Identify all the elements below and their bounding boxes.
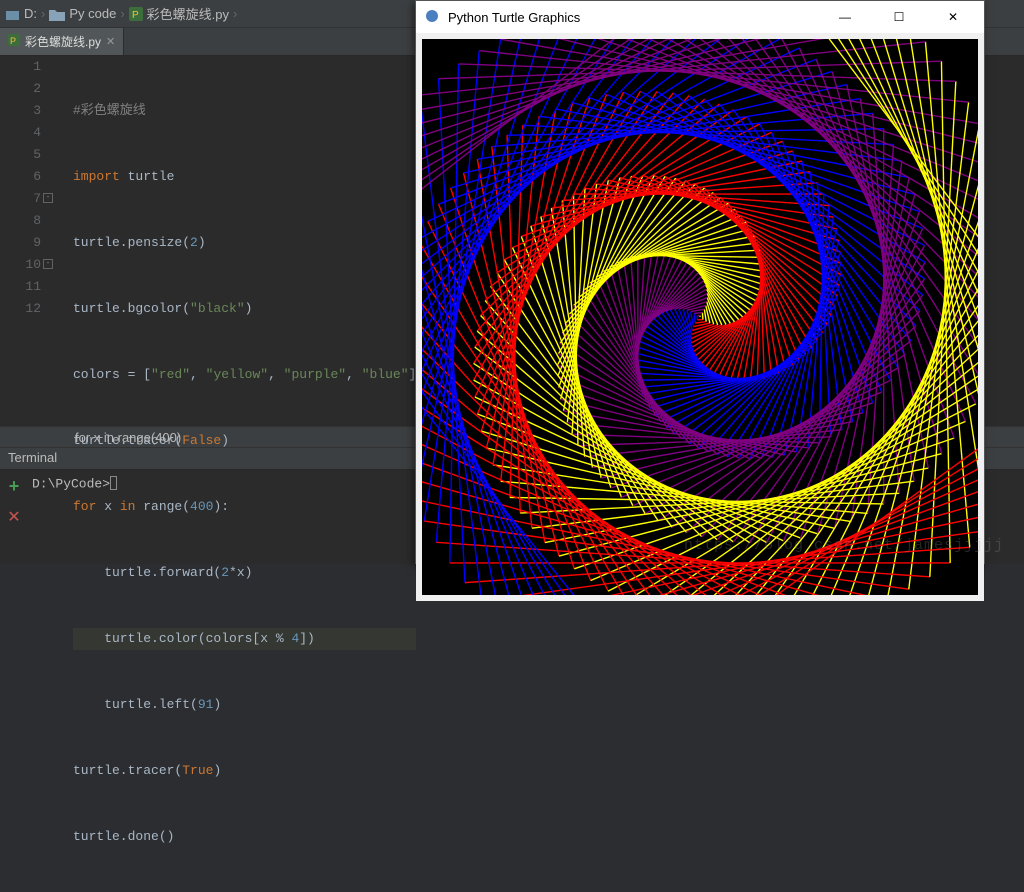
close-terminal-icon[interactable]: ✕ — [7, 507, 20, 527]
breadcrumb-file[interactable]: 彩色螺旋线.py — [147, 4, 229, 23]
fold-marker-icon[interactable]: - — [43, 193, 53, 203]
drive-icon — [6, 6, 20, 21]
svg-text:P: P — [10, 36, 16, 46]
window-title: Python Turtle Graphics — [448, 10, 814, 25]
folder-icon — [49, 6, 65, 21]
breadcrumb-drive[interactable]: D: — [24, 6, 37, 21]
close-button[interactable]: ✕ — [930, 1, 976, 33]
add-terminal-icon[interactable]: + — [9, 476, 20, 497]
close-icon[interactable]: ✕ — [106, 35, 115, 48]
maximize-button[interactable]: ☐ — [876, 1, 922, 33]
chevron-right-icon: › — [233, 6, 237, 21]
breadcrumb-folder[interactable]: Py code — [69, 6, 116, 21]
line-gutter: 1 2 3 4 5 6 7- 8 9 10- 11 12 — [0, 56, 55, 426]
python-file-icon: P — [129, 6, 143, 22]
window-titlebar[interactable]: Python Turtle Graphics — ☐ ✕ — [416, 1, 984, 33]
turtle-canvas-wrapper — [416, 33, 984, 601]
fold-end-marker-icon[interactable]: - — [43, 259, 53, 269]
tab-label: 彩色螺旋线.py — [25, 33, 101, 50]
terminal-output[interactable]: D:\PyCode> — [28, 470, 121, 564]
chevron-right-icon: › — [41, 6, 45, 21]
chevron-right-icon: › — [120, 6, 124, 21]
python-file-icon: P — [8, 34, 20, 49]
turtle-app-icon — [424, 8, 440, 27]
turtle-graphics-window[interactable]: Python Turtle Graphics — ☐ ✕ — [415, 0, 985, 564]
turtle-canvas — [422, 39, 978, 595]
tab-file[interactable]: P 彩色螺旋线.py ✕ — [0, 28, 124, 55]
cursor — [110, 476, 117, 490]
code-area[interactable]: #彩色螺旋线 import turtle turtle.pensize(2) t… — [55, 56, 416, 426]
minimize-button[interactable]: — — [822, 1, 868, 33]
svg-text:P: P — [132, 10, 139, 21]
